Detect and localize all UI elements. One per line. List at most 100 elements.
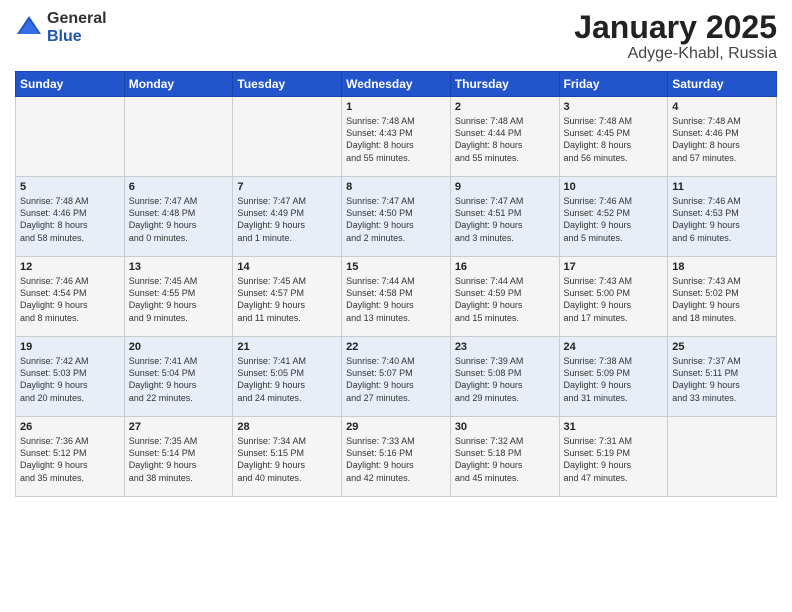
calendar-body: 1 Sunrise: 7:48 AM Sunset: 4:43 PM Daylig…	[16, 97, 777, 497]
day-info: Sunrise: 7:48 AM Sunset: 4:43 PM Dayligh…	[346, 115, 446, 164]
calendar-cell: 13 Sunrise: 7:45 AM Sunset: 4:55 PM Dayli…	[124, 257, 233, 337]
day-info: Sunrise: 7:42 AM Sunset: 5:03 PM Dayligh…	[20, 355, 120, 404]
calendar-cell: 6 Sunrise: 7:47 AM Sunset: 4:48 PM Daylig…	[124, 177, 233, 257]
page: General Blue January 2025 Adyge-Khabl, R…	[0, 0, 792, 612]
calendar-cell: 22 Sunrise: 7:40 AM Sunset: 5:07 PM Dayli…	[342, 337, 451, 417]
day-info: Sunrise: 7:36 AM Sunset: 5:12 PM Dayligh…	[20, 435, 120, 484]
day-info: Sunrise: 7:35 AM Sunset: 5:14 PM Dayligh…	[129, 435, 229, 484]
day-info: Sunrise: 7:40 AM Sunset: 5:07 PM Dayligh…	[346, 355, 446, 404]
day-number: 12	[20, 261, 120, 273]
day-info: Sunrise: 7:48 AM Sunset: 4:46 PM Dayligh…	[672, 115, 772, 164]
day-info: Sunrise: 7:41 AM Sunset: 5:05 PM Dayligh…	[237, 355, 337, 404]
day-info: Sunrise: 7:45 AM Sunset: 4:57 PM Dayligh…	[237, 275, 337, 324]
day-info: Sunrise: 7:47 AM Sunset: 4:51 PM Dayligh…	[455, 195, 555, 244]
calendar-cell: 31 Sunrise: 7:31 AM Sunset: 5:19 PM Dayli…	[559, 417, 668, 497]
week-row-1: 1 Sunrise: 7:48 AM Sunset: 4:43 PM Daylig…	[16, 97, 777, 177]
calendar-cell: 25Sunrise: 7:37 AM Sunset: 5:11 PM Dayli…	[668, 337, 777, 417]
calendar-cell: 14 Sunrise: 7:45 AM Sunset: 4:57 PM Dayli…	[233, 257, 342, 337]
day-number: 29	[346, 421, 446, 433]
calendar-cell: 15Sunrise: 7:44 AM Sunset: 4:58 PM Dayli…	[342, 257, 451, 337]
calendar-cell: 26 Sunrise: 7:36 AM Sunset: 5:12 PM Dayli…	[16, 417, 125, 497]
calendar-cell: 21 Sunrise: 7:41 AM Sunset: 5:05 PM Dayli…	[233, 337, 342, 417]
header-day-thursday: Thursday	[450, 72, 559, 97]
calendar-header: SundayMondayTuesdayWednesdayThursdayFrid…	[16, 72, 777, 97]
day-number: 31	[564, 421, 664, 433]
day-info: Sunrise: 7:46 AM Sunset: 4:54 PM Dayligh…	[20, 275, 120, 324]
day-number: 22	[346, 341, 446, 353]
day-number: 28	[237, 421, 337, 433]
header-row: SundayMondayTuesdayWednesdayThursdayFrid…	[16, 72, 777, 97]
day-number: 21	[237, 341, 337, 353]
calendar-cell: 2Sunrise: 7:48 AM Sunset: 4:44 PM Daylig…	[450, 97, 559, 177]
day-number: 14	[237, 261, 337, 273]
logo: General Blue	[15, 10, 107, 45]
day-info: Sunrise: 7:47 AM Sunset: 4:50 PM Dayligh…	[346, 195, 446, 244]
calendar-cell	[16, 97, 125, 177]
calendar-cell: 29 Sunrise: 7:33 AM Sunset: 5:16 PM Dayli…	[342, 417, 451, 497]
calendar-cell: 8Sunrise: 7:47 AM Sunset: 4:50 PM Daylig…	[342, 177, 451, 257]
calendar-cell: 18 Sunrise: 7:43 AM Sunset: 5:02 PM Dayli…	[668, 257, 777, 337]
calendar-cell: 16Sunrise: 7:44 AM Sunset: 4:59 PM Dayli…	[450, 257, 559, 337]
day-info: Sunrise: 7:48 AM Sunset: 4:45 PM Dayligh…	[564, 115, 664, 164]
logo-text: General Blue	[47, 10, 107, 45]
day-info: Sunrise: 7:43 AM Sunset: 5:02 PM Dayligh…	[672, 275, 772, 324]
header-day-tuesday: Tuesday	[233, 72, 342, 97]
day-info: Sunrise: 7:38 AM Sunset: 5:09 PM Dayligh…	[564, 355, 664, 404]
day-info: Sunrise: 7:44 AM Sunset: 4:59 PM Dayligh…	[455, 275, 555, 324]
calendar-cell: 30Sunrise: 7:32 AM Sunset: 5:18 PM Dayli…	[450, 417, 559, 497]
week-row-2: 5 Sunrise: 7:48 AM Sunset: 4:46 PM Daylig…	[16, 177, 777, 257]
calendar-cell: 3Sunrise: 7:48 AM Sunset: 4:45 PM Daylig…	[559, 97, 668, 177]
day-info: Sunrise: 7:33 AM Sunset: 5:16 PM Dayligh…	[346, 435, 446, 484]
calendar-cell: 9 Sunrise: 7:47 AM Sunset: 4:51 PM Daylig…	[450, 177, 559, 257]
day-info: Sunrise: 7:45 AM Sunset: 4:55 PM Dayligh…	[129, 275, 229, 324]
header-day-sunday: Sunday	[16, 72, 125, 97]
day-info: Sunrise: 7:48 AM Sunset: 4:46 PM Dayligh…	[20, 195, 120, 244]
day-info: Sunrise: 7:41 AM Sunset: 5:04 PM Dayligh…	[129, 355, 229, 404]
day-number: 5	[20, 181, 120, 193]
day-number: 24	[564, 341, 664, 353]
header-day-friday: Friday	[559, 72, 668, 97]
day-number: 18	[672, 261, 772, 273]
day-number: 7	[237, 181, 337, 193]
header-day-saturday: Saturday	[668, 72, 777, 97]
title-area: January 2025 Adyge-Khabl, Russia	[574, 10, 777, 63]
day-info: Sunrise: 7:32 AM Sunset: 5:18 PM Dayligh…	[455, 435, 555, 484]
logo-general: General	[47, 10, 107, 28]
day-number: 1	[346, 101, 446, 113]
calendar-cell	[668, 417, 777, 497]
calendar-cell: 27 Sunrise: 7:35 AM Sunset: 5:14 PM Dayli…	[124, 417, 233, 497]
day-info: Sunrise: 7:43 AM Sunset: 5:00 PM Dayligh…	[564, 275, 664, 324]
day-number: 13	[129, 261, 229, 273]
day-number: 25	[672, 341, 772, 353]
calendar-cell	[124, 97, 233, 177]
calendar-cell: 19 Sunrise: 7:42 AM Sunset: 5:03 PM Dayli…	[16, 337, 125, 417]
day-info: Sunrise: 7:46 AM Sunset: 4:52 PM Dayligh…	[564, 195, 664, 244]
day-number: 9	[455, 181, 555, 193]
calendar-cell: 23Sunrise: 7:39 AM Sunset: 5:08 PM Dayli…	[450, 337, 559, 417]
calendar-cell	[233, 97, 342, 177]
day-number: 6	[129, 181, 229, 193]
day-number: 26	[20, 421, 120, 433]
day-number: 11	[672, 181, 772, 193]
calendar-cell: 10 Sunrise: 7:46 AM Sunset: 4:52 PM Dayli…	[559, 177, 668, 257]
day-info: Sunrise: 7:31 AM Sunset: 5:19 PM Dayligh…	[564, 435, 664, 484]
day-info: Sunrise: 7:34 AM Sunset: 5:15 PM Dayligh…	[237, 435, 337, 484]
day-info: Sunrise: 7:47 AM Sunset: 4:48 PM Dayligh…	[129, 195, 229, 244]
day-number: 23	[455, 341, 555, 353]
header-day-wednesday: Wednesday	[342, 72, 451, 97]
calendar-cell: 28 Sunrise: 7:34 AM Sunset: 5:15 PM Dayli…	[233, 417, 342, 497]
calendar-cell: 17Sunrise: 7:43 AM Sunset: 5:00 PM Dayli…	[559, 257, 668, 337]
day-info: Sunrise: 7:46 AM Sunset: 4:53 PM Dayligh…	[672, 195, 772, 244]
calendar-cell: 7Sunrise: 7:47 AM Sunset: 4:49 PM Daylig…	[233, 177, 342, 257]
calendar-cell: 1 Sunrise: 7:48 AM Sunset: 4:43 PM Daylig…	[342, 97, 451, 177]
logo-icon	[15, 14, 43, 42]
calendar-cell: 12 Sunrise: 7:46 AM Sunset: 4:54 PM Dayli…	[16, 257, 125, 337]
title-location: Adyge-Khabl, Russia	[574, 45, 777, 63]
day-number: 10	[564, 181, 664, 193]
week-row-3: 12 Sunrise: 7:46 AM Sunset: 4:54 PM Dayli…	[16, 257, 777, 337]
day-number: 27	[129, 421, 229, 433]
calendar-cell: 24 Sunrise: 7:38 AM Sunset: 5:09 PM Dayli…	[559, 337, 668, 417]
calendar: SundayMondayTuesdayWednesdayThursdayFrid…	[15, 71, 777, 497]
calendar-cell: 5 Sunrise: 7:48 AM Sunset: 4:46 PM Daylig…	[16, 177, 125, 257]
day-number: 19	[20, 341, 120, 353]
